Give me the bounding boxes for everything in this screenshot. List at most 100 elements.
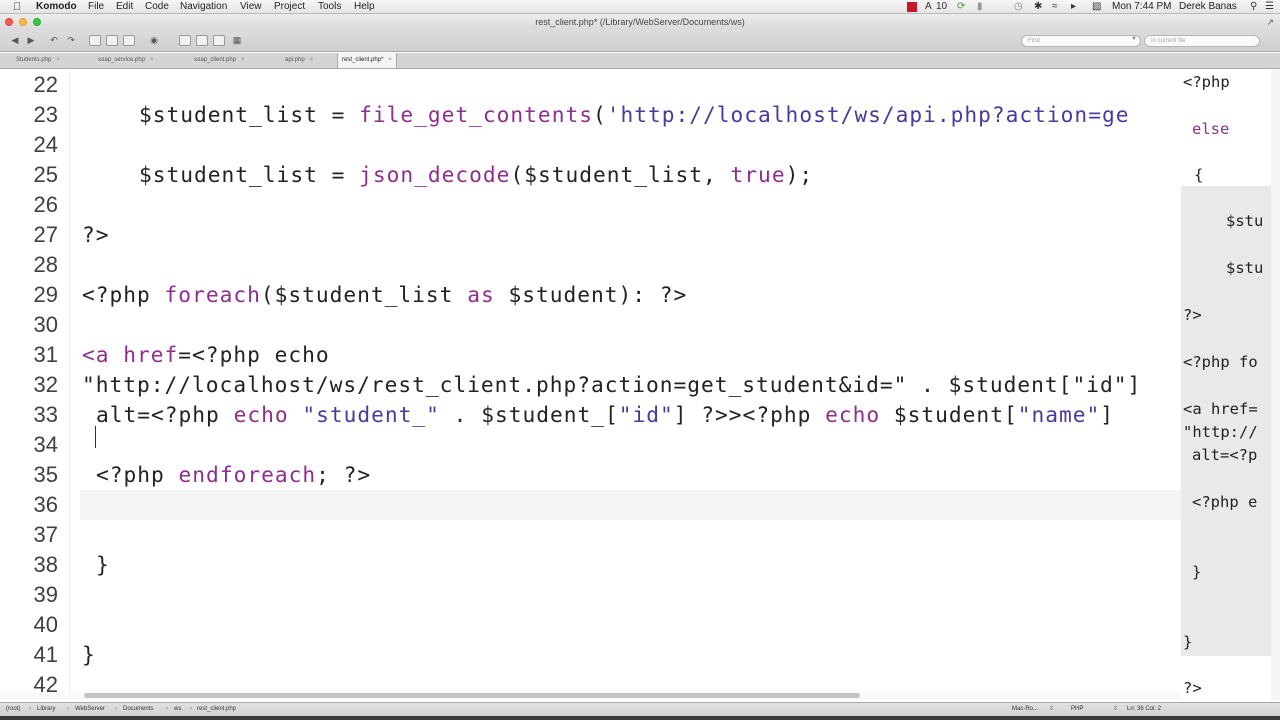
line-number: 40 — [33, 612, 58, 637]
volume-icon[interactable]: ▸ — [1071, 0, 1076, 14]
code-token: "id" — [618, 402, 674, 427]
breadcrumb-root[interactable]: (root) — [6, 703, 20, 716]
menu-app[interactable]: Komodo — [36, 0, 77, 14]
chevron-right-icon: › — [115, 706, 117, 712]
title-bar: rest_client.php* (/Library/WebServer/Doc… — [0, 14, 1280, 30]
notification-center-icon[interactable]: ☰ — [1265, 0, 1274, 14]
close-tab-icon[interactable]: × — [241, 57, 245, 63]
line-number: 42 — [33, 672, 58, 692]
tab-label: soap_service.php — [98, 57, 146, 63]
window-title: rest_client.php* (/Library/WebServer/Doc… — [535, 17, 745, 27]
bottom-pane-icon[interactable] — [196, 35, 208, 46]
find-dropdown-icon[interactable]: ▼ — [1131, 36, 1137, 42]
chevron-right-icon: › — [67, 706, 69, 712]
menu-bar:  Komodo File Edit Code Navigation View … — [0, 0, 1280, 14]
code-token: ; ?> — [316, 462, 372, 487]
line-number: 34 — [33, 432, 58, 457]
code-line-25: $student_list = json_decode($student_lis… — [139, 160, 813, 190]
adobe-icon[interactable]: A — [925, 0, 932, 14]
menu-help[interactable]: Help — [354, 0, 375, 14]
user-name[interactable]: Derek Banas — [1179, 0, 1237, 14]
fullscreen-icon[interactable]: ↗ — [1266, 14, 1274, 30]
wifi-icon[interactable]: ≈ — [1052, 0, 1058, 14]
breadcrumb-documents[interactable]: Documents — [123, 703, 153, 716]
left-pane-icon[interactable] — [179, 35, 191, 46]
language-selector[interactable]: PHP — [1071, 703, 1083, 716]
bluetooth-icon[interactable]: ✱ — [1034, 0, 1042, 14]
battery-status-icon[interactable]: ▧ — [1092, 0, 1101, 14]
minimap-line: <a href= — [1183, 400, 1258, 418]
code-line-31: <a href=<?php echo — [82, 340, 330, 370]
tab-label: rest_client.php* — [342, 57, 384, 63]
tab-bar: Students.php × soap_service.php × soap_cli… — [0, 53, 1280, 69]
code-token: 'http://localhost/ws/api.php?action=ge — [606, 102, 1130, 127]
tab-label: soap_client.php — [194, 57, 237, 63]
find-input[interactable]: Find — [1021, 35, 1141, 47]
toolbar: ◀ ▶ ↶ ↷ ◉ ▦ Find ▼ In current file — [0, 30, 1280, 52]
forward-icon[interactable]: ▶ — [25, 35, 37, 46]
code-token: echo — [825, 402, 881, 427]
minimap-line: { — [1194, 166, 1204, 184]
redo-icon[interactable]: ↷ — [65, 35, 77, 46]
minimap-line: $stu — [1226, 259, 1264, 277]
code-token: "id" — [1072, 372, 1128, 397]
scope-input[interactable]: In current file — [1144, 35, 1260, 47]
code-token: "http://localhost/ws/rest_client.php?act… — [82, 372, 908, 397]
close-tab-icon[interactable]: × — [150, 57, 154, 63]
minimap[interactable]: <?php else { $stu $stu ?> <?php fo <a hr… — [1181, 69, 1280, 700]
code-token: $student[ — [880, 402, 1018, 427]
breadcrumb-ws[interactable]: ws — [174, 703, 181, 716]
line-number: 33 — [33, 402, 58, 427]
close-tab-icon[interactable]: × — [56, 57, 60, 63]
menu-code[interactable]: Code — [145, 0, 169, 14]
breadcrumb-webserver[interactable]: WebServer — [75, 703, 105, 716]
close-tab-icon[interactable]: × — [388, 57, 392, 63]
apple-icon[interactable]:  — [13, 0, 21, 14]
sync-icon[interactable]: ⟳ — [957, 0, 965, 14]
breadcrumb-file[interactable]: rest_client.php — [197, 703, 236, 716]
vertical-scrollbar[interactable] — [1271, 69, 1280, 700]
scrollbar-thumb[interactable] — [84, 693, 860, 698]
menu-view[interactable]: View — [240, 0, 262, 14]
time-machine-icon[interactable]: ◷ — [1014, 0, 1023, 14]
minimap-line: "http:// — [1183, 423, 1258, 441]
chevron-right-icon: › — [29, 706, 31, 712]
tab-api[interactable]: api.php × — [281, 53, 317, 68]
focus-mode-icon[interactable]: ▦ — [231, 35, 243, 46]
spotlight-icon[interactable]: ⚲ — [1250, 0, 1257, 14]
debug-icon[interactable]: ◉ — [148, 35, 160, 46]
battery-icon[interactable]: ▮ — [977, 0, 983, 14]
code-token: ] — [1100, 402, 1115, 427]
menu-tools[interactable]: Tools — [318, 0, 341, 14]
tab-soap-service[interactable]: soap_service.php × — [94, 53, 158, 68]
code-line-23: $student_list = file_get_contents('http:… — [139, 100, 1129, 130]
clock[interactable]: Mon 7:44 PM — [1112, 0, 1171, 14]
menu-navigation[interactable]: Navigation — [180, 0, 227, 14]
minimap-line: <?php e — [1192, 493, 1258, 511]
tab-students[interactable]: Students.php × — [12, 53, 64, 68]
line-number: 30 — [33, 312, 58, 337]
record-indicator-icon[interactable] — [907, 2, 917, 12]
minimap-line: } — [1183, 633, 1193, 651]
minimap-line: ?> — [1183, 306, 1202, 324]
code-token: true — [730, 162, 786, 187]
back-icon[interactable]: ◀ — [9, 35, 21, 46]
right-pane-icon[interactable] — [213, 35, 225, 46]
code-editor[interactable]: 22 23 24 25 26 27 28 29 30 31 32 33 34 3… — [0, 69, 1181, 692]
breadcrumb-library[interactable]: Library — [37, 703, 55, 716]
menu-edit[interactable]: Edit — [116, 0, 133, 14]
menu-file[interactable]: File — [88, 0, 104, 14]
close-tab-icon[interactable]: × — [310, 57, 314, 63]
minimap-viewport[interactable] — [1181, 186, 1280, 656]
code-token: ($student_list — [260, 282, 468, 307]
encoding-selector[interactable]: Mac-Ro... — [1012, 703, 1038, 716]
new-file-icon[interactable] — [89, 35, 101, 46]
open-file-icon[interactable] — [106, 35, 118, 46]
horizontal-scrollbar[interactable] — [0, 692, 1181, 700]
undo-icon[interactable]: ↶ — [48, 35, 60, 46]
tab-soap-client[interactable]: soap_client.php × — [190, 53, 249, 68]
menu-project[interactable]: Project — [274, 0, 305, 14]
tab-rest-client[interactable]: rest_client.php* × — [337, 53, 397, 68]
save-file-icon[interactable] — [123, 35, 135, 46]
code-line-32: "http://localhost/ws/rest_client.php?act… — [82, 370, 1141, 400]
